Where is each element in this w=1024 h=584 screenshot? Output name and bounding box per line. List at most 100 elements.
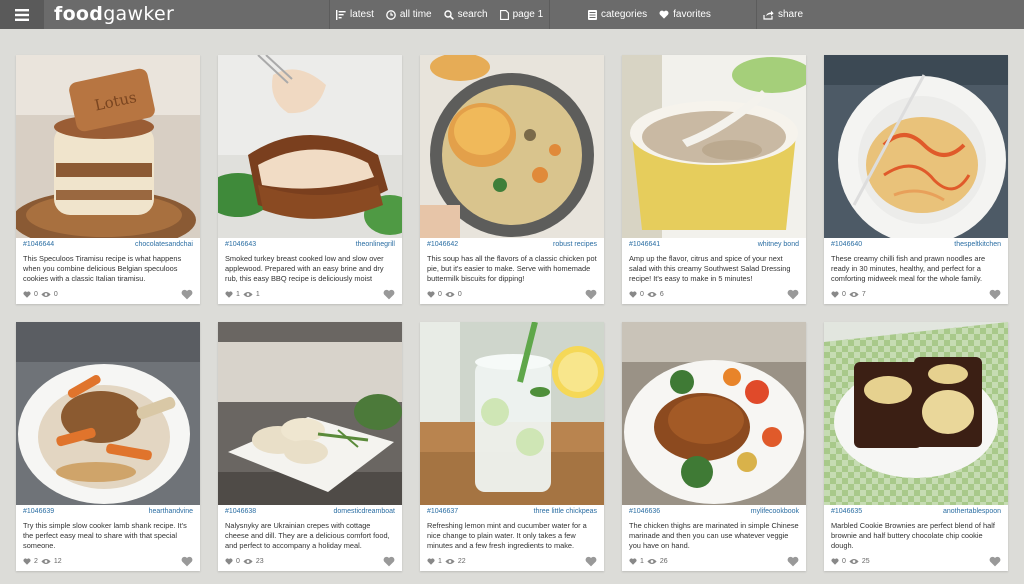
recipe-meta: #1046642 robust recipes bbox=[420, 238, 604, 252]
recipe-description[interactable]: Nalysnyky are Ukrainian crepes with cott… bbox=[218, 519, 402, 552]
recipe-id[interactable]: #1046643 bbox=[225, 241, 256, 252]
recipe-description[interactable]: Marbled Cookie Brownies are perfect blen… bbox=[824, 519, 1008, 552]
recipe-source[interactable]: hearthandvine bbox=[149, 508, 193, 519]
recipe-card[interactable]: #1046635 anothertablespoon Marbled Cooki… bbox=[824, 322, 1008, 571]
eye-icon bbox=[243, 292, 253, 297]
recipe-stats: 0 0 bbox=[23, 291, 58, 298]
eye-icon bbox=[445, 559, 455, 564]
view-count: 25 bbox=[861, 558, 870, 565]
recipe-card[interactable]: #1046640 thespeltkitchen These creamy ch… bbox=[824, 55, 1008, 304]
hamburger-menu-icon bbox=[15, 8, 29, 21]
recipe-image[interactable] bbox=[420, 322, 604, 505]
recipe-image[interactable] bbox=[824, 322, 1008, 505]
eye-icon bbox=[647, 559, 657, 564]
recipe-image[interactable] bbox=[622, 322, 806, 505]
nav-page-label: page 1 bbox=[512, 9, 544, 20]
nav-share[interactable]: share bbox=[757, 0, 809, 29]
recipe-card[interactable]: #1046641 whitney bond Amp up the flavor,… bbox=[622, 55, 806, 304]
recipe-source[interactable]: robust recipes bbox=[553, 241, 597, 252]
nav-share-label: share bbox=[778, 9, 804, 20]
recipe-id[interactable]: #1046640 bbox=[831, 241, 862, 252]
recipe-card[interactable]: #1046636 mylifecookbook The chicken thig… bbox=[622, 322, 806, 571]
recipe-description[interactable]: Smoked turkey breast cooked low and slow… bbox=[218, 252, 402, 285]
nav-categories-label: categories bbox=[601, 9, 648, 20]
nav-main: latest all time search page 1 bbox=[329, 0, 551, 29]
view-count: 22 bbox=[457, 558, 466, 565]
recipe-image[interactable] bbox=[420, 55, 604, 238]
recipe-image[interactable] bbox=[622, 55, 806, 238]
view-count: 26 bbox=[659, 558, 668, 565]
recipe-meta: #1046640 thespeltkitchen bbox=[824, 238, 1008, 252]
favorite-button[interactable] bbox=[787, 556, 799, 567]
view-count: 0 bbox=[457, 291, 462, 298]
nav-categories[interactable]: categories bbox=[582, 0, 653, 29]
nav-share-group: share bbox=[756, 0, 809, 29]
recipe-source[interactable]: domesticdreamboat bbox=[334, 508, 395, 519]
recipe-description[interactable]: Refreshing lemon mint and cucumber water… bbox=[420, 519, 604, 552]
favorite-button[interactable] bbox=[989, 289, 1001, 300]
heart-icon bbox=[181, 289, 193, 300]
favorite-button[interactable] bbox=[989, 556, 1001, 567]
recipe-meta: #1046637 three little chickpeas bbox=[420, 505, 604, 519]
recipe-description[interactable]: These creamy chilli fish and prawn noodl… bbox=[824, 252, 1008, 285]
recipe-id[interactable]: #1046641 bbox=[629, 241, 660, 252]
like-count: 0 bbox=[640, 291, 644, 298]
recipe-stats: 0 0 bbox=[427, 291, 462, 298]
nav-page[interactable]: page 1 bbox=[494, 0, 550, 29]
recipe-stats: 1 26 bbox=[629, 558, 668, 565]
recipe-card[interactable]: Lotus #1046644 chocolatesandchai This Sp… bbox=[16, 55, 200, 304]
nav-latest[interactable]: latest bbox=[330, 0, 380, 29]
recipe-description[interactable]: The chicken thighs are marinated in simp… bbox=[622, 519, 806, 552]
favorite-button[interactable] bbox=[585, 289, 597, 300]
recipe-id[interactable]: #1046637 bbox=[427, 508, 458, 519]
recipe-source[interactable]: chocolatesandchai bbox=[135, 241, 193, 252]
recipe-meta: #1046641 whitney bond bbox=[622, 238, 806, 252]
recipe-card[interactable]: #1046639 hearthandvine Try this simple s… bbox=[16, 322, 200, 571]
recipe-id[interactable]: #1046642 bbox=[427, 241, 458, 252]
recipe-image[interactable] bbox=[16, 322, 200, 505]
recipe-image[interactable] bbox=[218, 55, 402, 238]
recipe-source[interactable]: theonlinegrill bbox=[356, 241, 395, 252]
recipe-id[interactable]: #1046635 bbox=[831, 508, 862, 519]
recipe-source[interactable]: whitney bond bbox=[758, 241, 799, 252]
recipe-image[interactable] bbox=[824, 55, 1008, 238]
recipe-source[interactable]: three little chickpeas bbox=[534, 508, 597, 519]
nav-all-time[interactable]: all time bbox=[380, 0, 438, 29]
recipe-id[interactable]: #1046644 bbox=[23, 241, 54, 252]
recipe-source[interactable]: anothertablespoon bbox=[943, 508, 1001, 519]
favorite-button[interactable] bbox=[181, 556, 193, 567]
site-logo[interactable]: foodgawker bbox=[54, 3, 174, 25]
recipe-description[interactable]: This Speculoos Tiramisu recipe is what h… bbox=[16, 252, 200, 285]
recipe-source[interactable]: thespeltkitchen bbox=[954, 241, 1001, 252]
nav-all-time-label: all time bbox=[399, 9, 432, 20]
recipe-id[interactable]: #1046636 bbox=[629, 508, 660, 519]
like-count: 2 bbox=[34, 558, 38, 565]
recipe-image[interactable]: Lotus bbox=[16, 55, 200, 238]
recipe-source[interactable]: mylifecookbook bbox=[751, 508, 799, 519]
heart-icon bbox=[787, 289, 799, 300]
recipe-description[interactable]: Amp up the flavor, citrus and spice of y… bbox=[622, 252, 806, 285]
recipe-description[interactable]: Try this simple slow cooker lamb shank r… bbox=[16, 519, 200, 552]
nav-latest-label: latest bbox=[350, 9, 374, 20]
recipe-image[interactable] bbox=[218, 322, 402, 505]
menu-button[interactable] bbox=[0, 0, 44, 29]
nav-favorites[interactable]: favorites bbox=[653, 0, 717, 29]
recipe-description[interactable]: This soup has all the flavors of a class… bbox=[420, 252, 604, 285]
view-count: 7 bbox=[861, 291, 866, 298]
recipe-card[interactable]: #1046637 three little chickpeas Refreshi… bbox=[420, 322, 604, 571]
like-count: 1 bbox=[640, 558, 644, 565]
like-count: 0 bbox=[438, 291, 442, 298]
favorite-button[interactable] bbox=[181, 289, 193, 300]
recipe-card[interactable]: #1046642 robust recipes This soup has al… bbox=[420, 55, 604, 304]
recipe-id[interactable]: #1046639 bbox=[23, 508, 54, 519]
eye-icon bbox=[41, 559, 51, 564]
recipe-id[interactable]: #1046638 bbox=[225, 508, 256, 519]
nav-search[interactable]: search bbox=[438, 0, 494, 29]
favorite-button[interactable] bbox=[383, 556, 395, 567]
eye-icon bbox=[849, 559, 859, 564]
recipe-card[interactable]: #1046638 domesticdreamboat Nalysnyky are… bbox=[218, 322, 402, 571]
recipe-card[interactable]: #1046643 theonlinegrill Smoked turkey br… bbox=[218, 55, 402, 304]
favorite-button[interactable] bbox=[383, 289, 395, 300]
favorite-button[interactable] bbox=[585, 556, 597, 567]
favorite-button[interactable] bbox=[787, 289, 799, 300]
